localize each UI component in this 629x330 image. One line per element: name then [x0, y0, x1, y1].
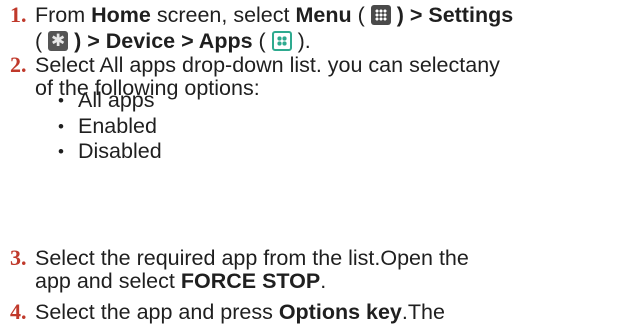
apps-grid-icon — [271, 31, 292, 51]
step-4-line-1: Select the app and press Options key.The — [35, 300, 445, 324]
menu-label: Menu — [295, 3, 352, 27]
step-2-line-1: Select All apps drop-down list. you can … — [35, 53, 500, 77]
step-1-line-2: ( ) > Device > Apps ( ). — [35, 29, 311, 53]
step-3-line-1: Select the required app from the list.Op… — [35, 246, 469, 270]
list-item: All apps — [55, 88, 162, 114]
step-number: 2. — [10, 52, 27, 77]
list-item: Disabled — [55, 139, 162, 165]
options-key-label: Options key — [278, 300, 402, 324]
step-number: 3. — [10, 245, 27, 270]
step-number: 4. — [10, 299, 27, 324]
list-item: Enabled — [55, 114, 162, 140]
step-1-line-1: From Home screen, select Menu ( ) > Sett… — [35, 3, 514, 27]
device-apps-label: ) > Device > Apps — [68, 29, 253, 53]
force-stop-label: FORCE STOP — [180, 269, 321, 293]
home-label: Home — [91, 3, 151, 27]
settings-gear-icon — [48, 30, 69, 51]
options-list: All apps Enabled Disabled — [55, 88, 162, 165]
settings-label: ) > Settings — [390, 3, 514, 27]
instruction-document: 1. From Home screen, select Menu ( ) > S… — [0, 0, 629, 330]
step-number: 1. — [10, 2, 27, 27]
step-3-line-2: app and select FORCE STOP. — [35, 269, 327, 293]
menu-grid-icon — [370, 5, 391, 25]
